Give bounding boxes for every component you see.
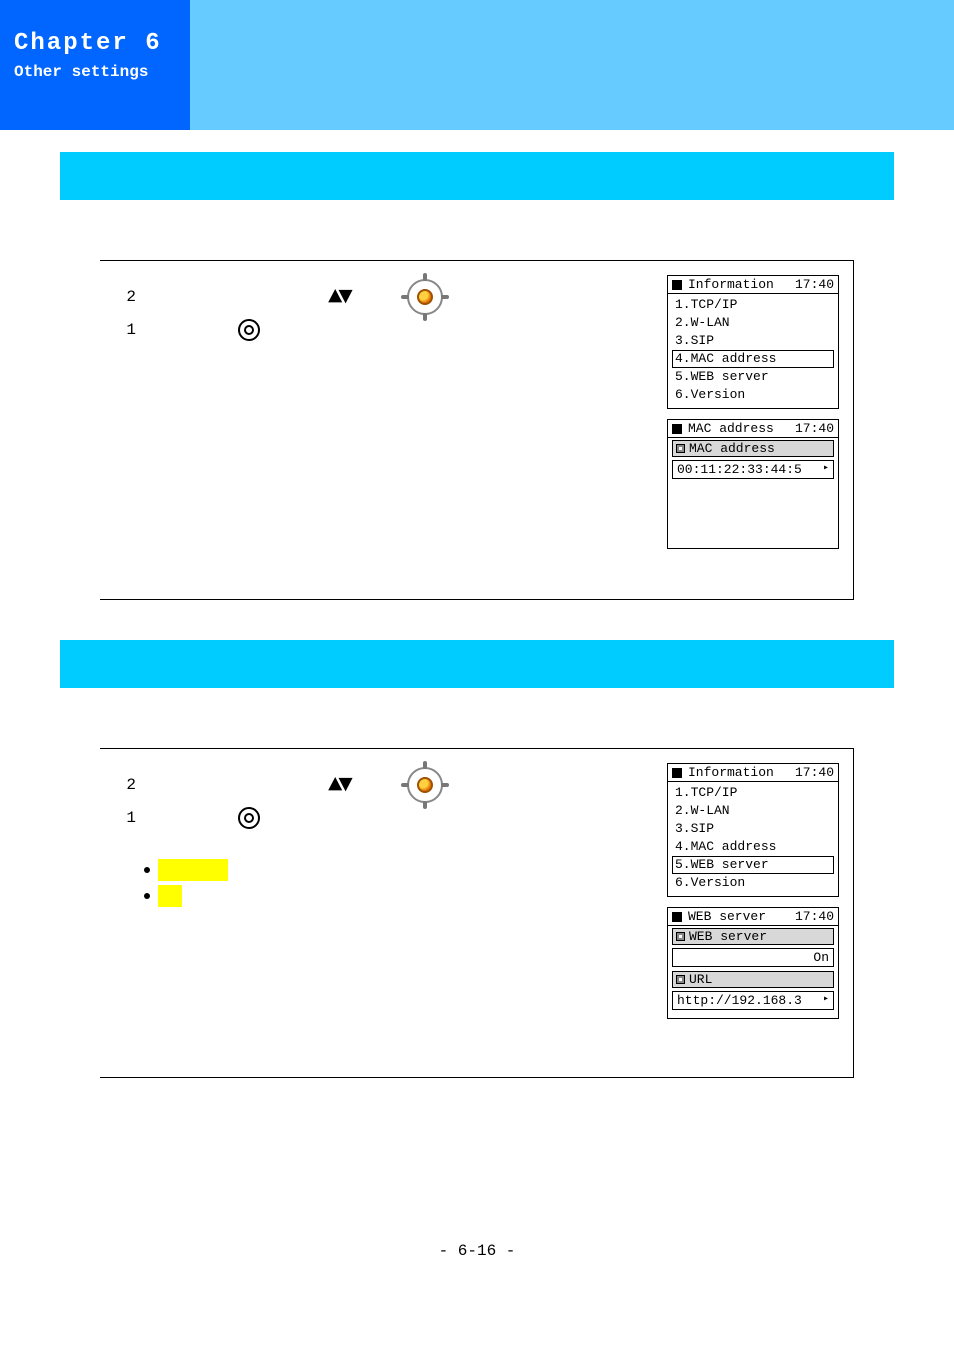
up-down-icon: ▲▼ [328, 284, 349, 311]
lcd-info-menu: Information 17:40 1.TCP/IP 2.W-LAN 3.SIP… [667, 275, 839, 409]
square-icon [672, 912, 682, 922]
chapter-title: Chapter 6 [14, 30, 176, 57]
more-right-icon: ▸ [823, 462, 829, 477]
square-icon [672, 280, 682, 290]
highlight-swatch [158, 885, 182, 907]
lcd-value-webserver-state: On [672, 948, 834, 967]
instruction-frame-2: 1 2 ▲▼ [100, 748, 854, 1078]
more-right-icon: ▸ [823, 993, 829, 1008]
subhead-label: WEB server [689, 929, 767, 944]
lcd-subhead-url: URL [672, 971, 834, 988]
menu-item-wlan[interactable]: 2.W-LAN [672, 802, 834, 820]
menu-item-version[interactable]: 6.Version [672, 874, 834, 892]
lcd-time: 17:40 [795, 421, 834, 436]
lcd-value-macaddress: 00:11:22:33:44:5 ▸ [672, 460, 834, 479]
lcd-time: 17:40 [795, 909, 834, 924]
chapter-subtitle: Other settings [14, 63, 176, 81]
page-header: Chapter 6 Other settings [0, 0, 954, 130]
bullseye-icon [238, 319, 260, 341]
lcd-info-menu: Information 17:40 1.TCP/IP 2.W-LAN 3.SIP… [667, 763, 839, 897]
menu-item-sip[interactable]: 3.SIP [672, 820, 834, 838]
box-icon [676, 444, 685, 453]
value-text: 00:11:22:33:44:5 [677, 462, 802, 477]
menu-item-wlan[interactable]: 2.W-LAN [672, 314, 834, 332]
menu-item-macaddress[interactable]: 4.MAC address [672, 838, 834, 856]
chapter-block: Chapter 6 Other settings [0, 0, 190, 130]
menu-item-webserver[interactable]: 5.WEB server [672, 368, 834, 386]
lcd-webserver-screen: WEB server 17:40 WEB server On URL http:… [667, 907, 839, 1019]
lcd-subhead-macaddress: MAC address [672, 440, 834, 457]
joystick-icon [401, 273, 449, 321]
menu-item-tcpip[interactable]: 1.TCP/IP [672, 296, 834, 314]
step-number: 1 [114, 809, 136, 827]
lcd-time: 17:40 [795, 765, 834, 780]
lcd-value-url: http://192.168.3 ▸ [672, 991, 834, 1010]
value-text: http://192.168.3 [677, 993, 802, 1008]
square-icon [672, 768, 682, 778]
bullseye-icon [238, 807, 260, 829]
lcd-title: Information [688, 277, 789, 292]
bullet-dot-icon [144, 867, 150, 873]
bullet-dot-icon [144, 893, 150, 899]
lcd-time: 17:40 [795, 277, 834, 292]
step-number: 2 [114, 776, 136, 794]
step-number: 1 [114, 321, 136, 339]
box-icon [676, 975, 685, 984]
highlight-swatch [158, 859, 228, 881]
section-heading-1 [60, 152, 894, 200]
menu-item-webserver[interactable]: 5.WEB server [672, 856, 834, 874]
up-down-icon: ▲▼ [328, 772, 349, 799]
menu-item-sip[interactable]: 3.SIP [672, 332, 834, 350]
menu-item-tcpip[interactable]: 1.TCP/IP [672, 784, 834, 802]
lcd-title: Information [688, 765, 789, 780]
lcd-subhead-webserver: WEB server [672, 928, 834, 945]
joystick-icon [401, 761, 449, 809]
subhead-label: MAC address [689, 441, 775, 456]
value-text: On [813, 950, 829, 965]
lcd-mac-screen: MAC address 17:40 MAC address 00:11:22:3… [667, 419, 839, 549]
section-heading-2 [60, 640, 894, 688]
instruction-frame-1: 1 2 ▲▼ Information 17:40 [100, 260, 854, 600]
box-icon [676, 932, 685, 941]
subhead-label: URL [689, 972, 712, 987]
square-icon [672, 424, 682, 434]
lcd-title: MAC address [688, 421, 789, 436]
lcd-title: WEB server [688, 909, 789, 924]
step-number: 2 [114, 288, 136, 306]
menu-item-version[interactable]: 6.Version [672, 386, 834, 404]
menu-item-macaddress[interactable]: 4.MAC address [672, 350, 834, 368]
page-number: - 6-16 - [0, 1242, 954, 1260]
